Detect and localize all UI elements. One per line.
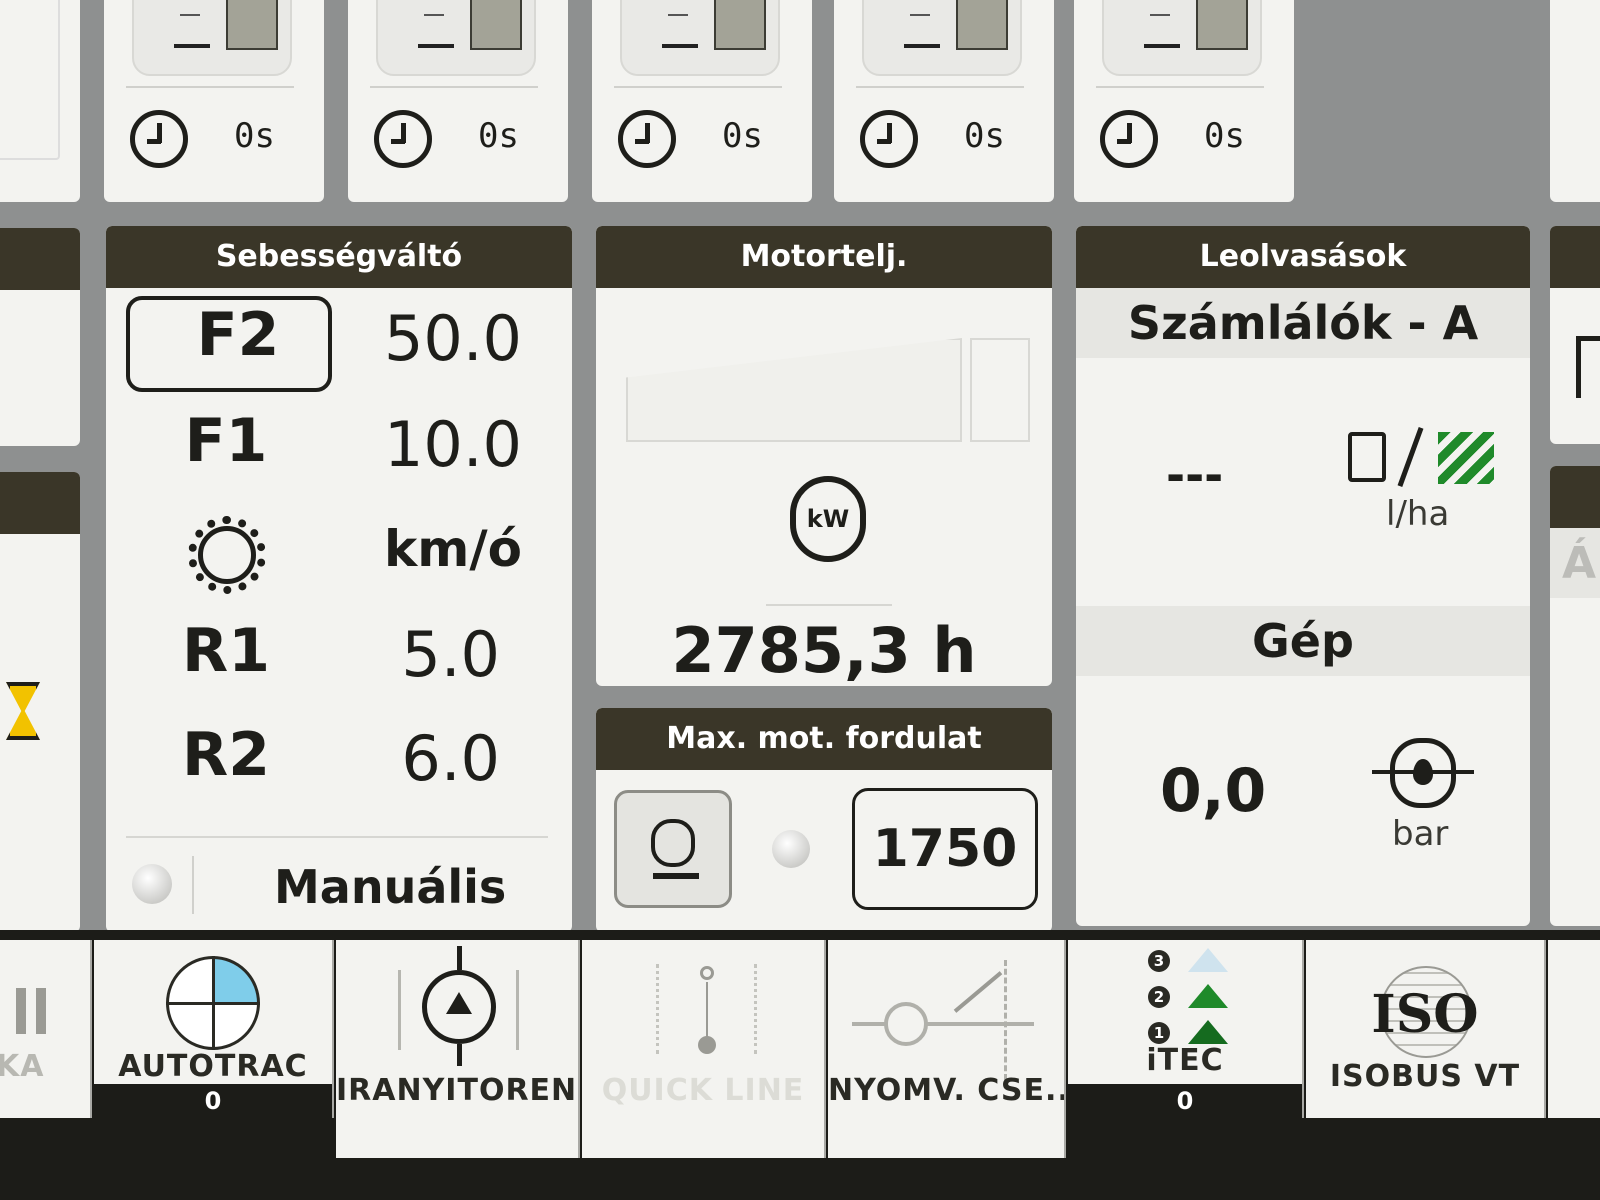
right-partial-top-tile xyxy=(1550,0,1600,202)
nav-autotrac-button[interactable]: AUTOTRAC 0 xyxy=(94,940,334,1118)
timer-tile-5[interactable]: 0s xyxy=(1074,0,1294,202)
gear-value: 6.0 xyxy=(401,722,500,795)
nav-nyomv-label: NYOMV. CSE... xyxy=(828,1073,1064,1108)
clock-icon xyxy=(130,110,188,168)
timer-tile-2[interactable]: 0s xyxy=(348,0,568,202)
speed-unit: km/ó xyxy=(384,520,522,578)
gear-row-r2[interactable]: R2 6.0 xyxy=(106,710,572,810)
timer-tile-4[interactable]: 0s xyxy=(834,0,1054,202)
transmission-panel[interactable]: Sebességváltó F2 50.0 F1 10.0 km/ó R1 5.… xyxy=(106,226,572,932)
status-indicator-icon xyxy=(772,830,810,868)
timer-slot xyxy=(862,0,1022,76)
nav-iranyitorend-button[interactable]: IRANYITOREND xyxy=(336,940,580,1158)
power-gauge-reserve xyxy=(970,338,1030,442)
nav-itec-label: iTEC xyxy=(1146,1043,1224,1078)
gear-value: 50.0 xyxy=(383,302,522,375)
engine-rpm-icon xyxy=(651,819,695,867)
nav-quickline-label: QUICK LINE xyxy=(601,1073,805,1108)
nav-left-partial-label: KA xyxy=(0,1049,45,1084)
timer-slot xyxy=(376,0,536,76)
itec-badge: 0 xyxy=(1068,1084,1302,1118)
timer-value: 0s xyxy=(234,116,275,156)
max-engine-speed-panel[interactable]: Max. mot. fordulat 1750 xyxy=(596,708,1052,932)
engine-kw-icon: kW xyxy=(790,476,866,562)
nav-iranyitorend-label: IRANYITOREND xyxy=(336,1073,578,1108)
nav-itec-button[interactable]: 3 2 1 iTEC 0 xyxy=(1068,940,1304,1118)
left-partial-panel-2 xyxy=(0,472,80,932)
pressure-unit: bar xyxy=(1392,814,1449,854)
machine-section-header: Gép xyxy=(1076,606,1530,676)
right-partial-panel-2: Á xyxy=(1550,466,1600,926)
nav-right-partial-button[interactable] xyxy=(1548,940,1600,1118)
max-engine-speed-value: 1750 xyxy=(872,819,1018,879)
nav-left-partial-button[interactable]: KA xyxy=(0,940,92,1118)
gear-label: F2 xyxy=(196,300,280,370)
gear-row-f2[interactable]: F2 50.0 xyxy=(106,290,572,392)
fuel-pump-icon xyxy=(1348,432,1386,482)
field-area-icon xyxy=(1438,432,1494,484)
counter-name: Számlálók - A xyxy=(1127,296,1479,350)
quickline-icon xyxy=(700,966,714,980)
gear-label: R2 xyxy=(182,720,270,790)
nav-isobus-button[interactable]: ISO ISOBUS VT xyxy=(1306,940,1546,1118)
clock-icon xyxy=(618,110,676,168)
timer-slot xyxy=(620,0,780,76)
kw-label: kW xyxy=(806,505,850,533)
autotrac-badge: 0 xyxy=(94,1084,332,1118)
fuel-rate-unit: l/ha xyxy=(1386,494,1450,534)
slash-icon xyxy=(1397,427,1424,487)
mode-label: Manuális xyxy=(274,860,507,914)
readings-panel[interactable]: Leolvasások Számlálók - A --- l/ha Gép 0… xyxy=(1076,226,1530,926)
itec-step-1: 1 xyxy=(1148,1022,1170,1044)
pressure-value: 0,0 xyxy=(1160,756,1267,826)
speed-unit-row: km/ó xyxy=(106,502,572,602)
clock-icon xyxy=(374,110,432,168)
itec-step-2: 2 xyxy=(1148,986,1170,1008)
engine-hours: 2785,3 h xyxy=(671,614,977,686)
power-gauge-bar xyxy=(626,338,962,442)
gear-label: R1 xyxy=(182,616,270,686)
iso-logo: ISO xyxy=(1371,984,1479,1045)
timer-value: 0s xyxy=(1204,116,1245,156)
gear-row-r1[interactable]: R1 5.0 xyxy=(106,606,572,706)
counter-header: Számlálók - A xyxy=(1076,288,1530,358)
gear-row-f1[interactable]: F1 10.0 xyxy=(106,396,572,496)
machine-label: Gép xyxy=(1252,614,1354,668)
transmission-title: Sebességváltó xyxy=(106,226,572,288)
nav-nyomv-button[interactable]: NYOMV. CSE... xyxy=(828,940,1066,1158)
clock-icon xyxy=(1100,110,1158,168)
nav-isobus-label: ISOBUS VT xyxy=(1329,1059,1521,1094)
nav-quickline-button[interactable]: QUICK LINE xyxy=(582,940,826,1158)
itec-step-3: 3 xyxy=(1148,950,1170,972)
left-partial-top-tile xyxy=(0,0,80,202)
max-engine-speed-title: Max. mot. fordulat xyxy=(596,708,1052,770)
timer-tile-3[interactable]: 0s xyxy=(592,0,812,202)
timer-slot xyxy=(132,0,292,76)
timer-value: 0s xyxy=(478,116,519,156)
engine-power-panel[interactable]: Motortelj. kW 2785,3 h xyxy=(596,226,1052,686)
timer-value: 0s xyxy=(722,116,763,156)
timer-value: 0s xyxy=(964,116,1005,156)
max-engine-speed-value-field[interactable]: 1750 xyxy=(852,788,1038,910)
hourglass-icon xyxy=(6,682,40,740)
readings-title: Leolvasások xyxy=(1076,226,1530,288)
fuel-rate-value: --- xyxy=(1166,448,1224,502)
right-partial-text: Á xyxy=(1562,538,1597,589)
nav-autotrac-label: AUTOTRAC xyxy=(118,1049,308,1084)
gear-value: 10.0 xyxy=(383,408,522,481)
gear-value: 5.0 xyxy=(401,618,500,691)
left-partial-panel-1 xyxy=(0,228,80,446)
pause-icon xyxy=(16,988,26,1034)
right-partial-panel-1 xyxy=(1550,226,1600,444)
engine-power-title: Motortelj. xyxy=(596,226,1052,288)
status-indicator-icon xyxy=(132,864,172,904)
gear-label: F1 xyxy=(184,406,268,476)
clock-icon xyxy=(860,110,918,168)
engine-speed-preset-button[interactable] xyxy=(614,790,732,908)
timer-tile-1[interactable]: 0s xyxy=(104,0,324,202)
timer-slot xyxy=(1102,0,1262,76)
itec-arrows-icon xyxy=(1188,948,1228,972)
